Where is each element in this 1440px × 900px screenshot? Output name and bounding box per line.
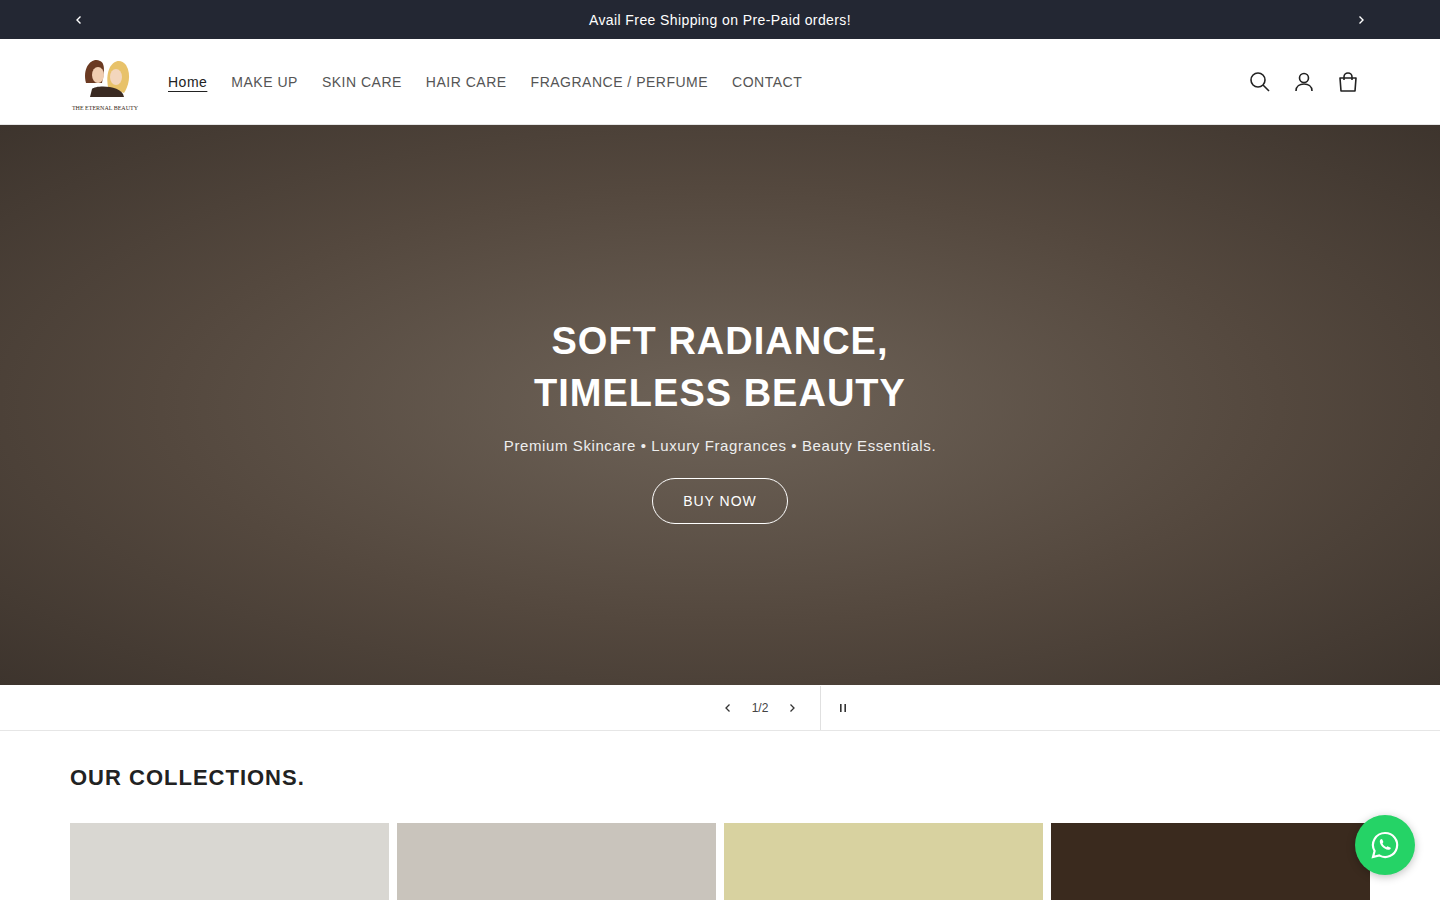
collection-card[interactable] — [397, 823, 716, 900]
collections-title: OUR COLLECTIONS. — [70, 765, 1370, 791]
hero-banner: SOFT RADIANCE, TIMELESS BEAUTY Premium S… — [0, 125, 1440, 685]
chevron-left-icon — [723, 703, 733, 713]
slide-prev-button[interactable] — [706, 686, 750, 730]
page: Avail Free Shipping on Pre-Paid orders! … — [0, 0, 1440, 900]
nav-item[interactable]: CONTACT — [732, 70, 802, 94]
collection-grid — [70, 823, 1370, 900]
announcement-next-button[interactable] — [1352, 11, 1370, 29]
chevron-right-icon — [1356, 15, 1366, 25]
announcement-bar: Avail Free Shipping on Pre-Paid orders! — [0, 0, 1440, 39]
collection-card[interactable] — [724, 823, 1043, 900]
bag-icon — [1337, 71, 1359, 93]
search-button[interactable] — [1238, 60, 1282, 104]
announcement-prev-button[interactable] — [70, 11, 88, 29]
user-icon — [1293, 71, 1315, 93]
nav-item[interactable]: Home — [168, 70, 207, 94]
whatsapp-icon — [1369, 829, 1401, 861]
hero-subtitle: Premium Skincare • Luxury Fragrances • B… — [504, 437, 936, 454]
nav-item[interactable]: SKIN CARE — [322, 70, 402, 94]
chevron-right-icon — [787, 703, 797, 713]
buy-now-button[interactable]: BUY NOW — [652, 478, 788, 524]
pause-icon — [838, 703, 848, 713]
slider-controls: 1/2 — [0, 685, 1440, 731]
logo[interactable]: THE ETERNAL BEAUTY — [70, 53, 140, 111]
announcement-text: Avail Free Shipping on Pre-Paid orders! — [589, 12, 851, 28]
slide-counter: 1/2 — [750, 701, 771, 715]
collections-section: OUR COLLECTIONS. — [0, 731, 1440, 900]
nav-item[interactable]: HAIR CARE — [426, 70, 507, 94]
cart-button[interactable] — [1326, 60, 1370, 104]
logo-caption: THE ETERNAL BEAUTY — [72, 105, 138, 111]
main-nav: Home MAKE UP SKIN CARE HAIR CARE FRAGRANCE /… — [168, 70, 1238, 94]
slide-autoplay-button[interactable] — [820, 686, 864, 730]
whatsapp-button[interactable] — [1355, 815, 1415, 875]
logo-portrait-icon — [78, 53, 132, 103]
header-icons — [1238, 60, 1370, 104]
search-icon — [1249, 71, 1271, 93]
account-button[interactable] — [1282, 60, 1326, 104]
site-header: THE ETERNAL BEAUTY HomeMAKE UPSKIN CAREH… — [0, 39, 1440, 125]
collection-card[interactable] — [1051, 823, 1370, 900]
nav-item[interactable]: FRAGRANCE / PERFUME — [531, 70, 709, 94]
slide-next-button[interactable] — [770, 686, 814, 730]
hero-title: SOFT RADIANCE, TIMELESS BEAUTY — [450, 316, 990, 419]
nav-item[interactable]: MAKE UP — [231, 70, 298, 94]
chevron-left-icon — [74, 15, 84, 25]
collection-card[interactable] — [70, 823, 389, 900]
